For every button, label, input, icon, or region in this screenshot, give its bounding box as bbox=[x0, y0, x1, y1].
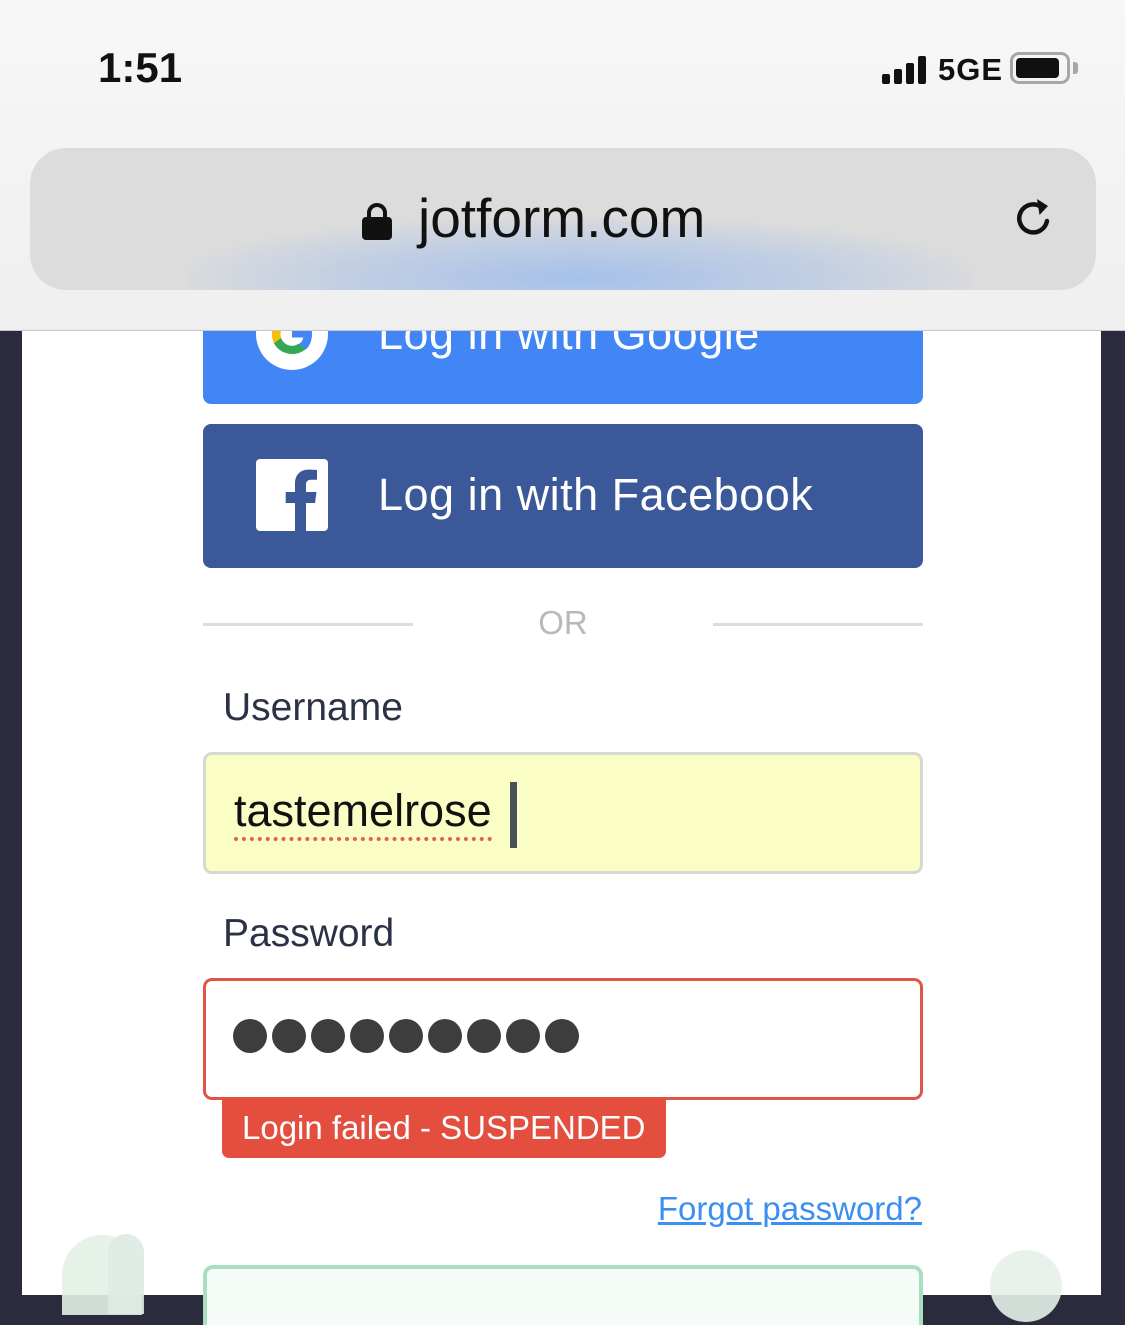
password-dot bbox=[428, 1019, 462, 1053]
password-dot bbox=[233, 1019, 267, 1053]
reload-icon[interactable] bbox=[1010, 195, 1058, 243]
password-dot bbox=[467, 1019, 501, 1053]
status-time: 1:51 bbox=[98, 44, 183, 91]
password-dot bbox=[389, 1019, 423, 1053]
browser-chrome: 1:51 5GE jotform.com bbox=[0, 0, 1125, 331]
battery-cap bbox=[1073, 62, 1078, 74]
password-dot bbox=[311, 1019, 345, 1053]
password-dot bbox=[545, 1019, 579, 1053]
signal-strength-icon bbox=[882, 56, 926, 84]
forgot-password-link[interactable]: Forgot password? bbox=[658, 1190, 922, 1228]
network-type: 5GE bbox=[938, 52, 1004, 87]
password-dot bbox=[272, 1019, 306, 1053]
password-label: Password bbox=[223, 912, 395, 955]
password-dot bbox=[350, 1019, 384, 1053]
address-bar-url: jotform.com bbox=[418, 187, 706, 249]
login-error-badge: Login failed - SUSPENDED bbox=[222, 1098, 666, 1158]
decorative-plant-stem bbox=[108, 1234, 144, 1314]
divider-line-left bbox=[203, 623, 413, 626]
or-divider-text: OR bbox=[538, 604, 588, 641]
facebook-login-button[interactable]: Log in with Facebook bbox=[203, 424, 923, 568]
lock-icon bbox=[362, 203, 392, 240]
facebook-icon bbox=[256, 459, 328, 531]
password-dot bbox=[506, 1019, 540, 1053]
password-input[interactable] bbox=[203, 978, 923, 1100]
facebook-button-label: Log in with Facebook bbox=[378, 469, 814, 520]
battery-level bbox=[1016, 58, 1059, 78]
username-input[interactable]: tastemelrose bbox=[203, 752, 923, 874]
decorative-plant-right bbox=[990, 1250, 1062, 1322]
password-mask bbox=[233, 1019, 579, 1053]
address-bar[interactable]: jotform.com bbox=[30, 148, 1096, 290]
username-value: tastemelrose bbox=[234, 787, 492, 841]
username-label: Username bbox=[223, 686, 403, 729]
battery-icon bbox=[1010, 52, 1070, 84]
text-caret bbox=[510, 782, 517, 848]
divider-line-right bbox=[713, 623, 923, 626]
login-submit-button[interactable] bbox=[203, 1265, 923, 1325]
